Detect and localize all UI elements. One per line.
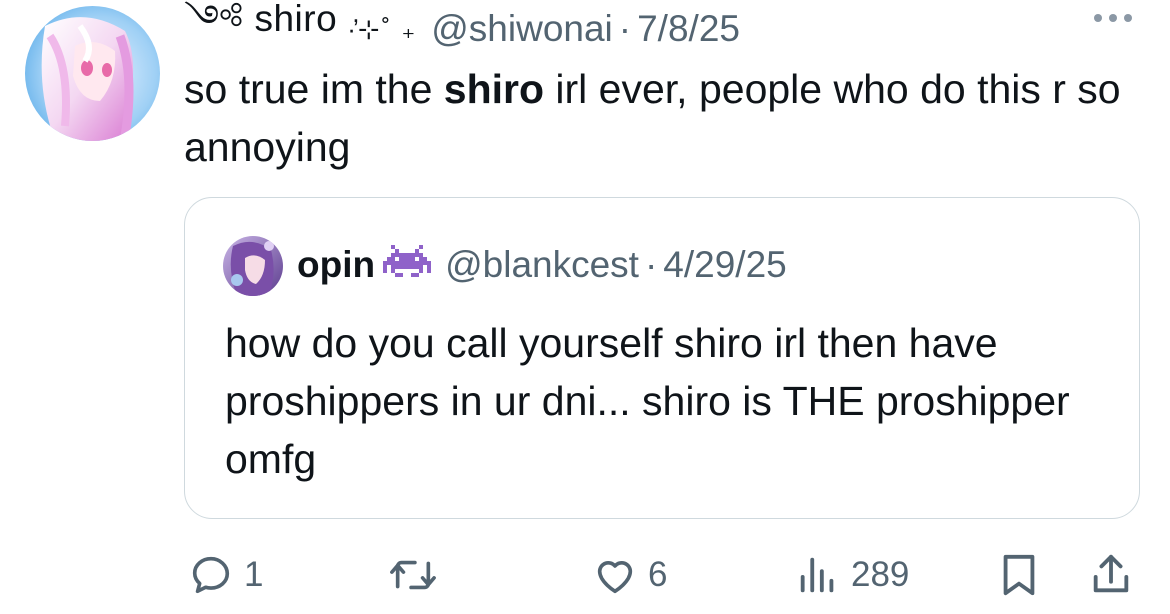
action-bar: 1 6 289 <box>0 548 1170 602</box>
anime-avatar-icon <box>25 6 160 141</box>
display-name-sparkles: ·̕⊹˚ ₊ <box>347 13 418 44</box>
like-count: 6 <box>648 555 668 594</box>
tweet-text-bold: shiro <box>443 66 545 112</box>
reply-icon <box>192 556 230 594</box>
quoted-tweet[interactable]: opin @blankcest · 4/29/25 how do you cal… <box>184 197 1140 519</box>
bookmark-icon <box>1003 554 1035 596</box>
quoted-author-display-name[interactable]: opin <box>297 244 375 286</box>
reply-button[interactable]: 1 <box>188 548 263 602</box>
more-options-icon[interactable] <box>1094 14 1132 22</box>
header-separator: · <box>618 8 632 49</box>
more-dot <box>1094 14 1102 22</box>
share-icon <box>1093 554 1129 593</box>
author-handle[interactable]: @shiwonai <box>431 8 613 50</box>
heart-icon <box>597 560 633 594</box>
quoted-tweet-text: how do you call yourself shiro irl then … <box>225 320 1070 482</box>
bookmark-button[interactable] <box>996 548 1042 602</box>
tweet-text: so true im the shiro irl ever, people wh… <box>184 60 1144 176</box>
more-dot <box>1124 14 1132 22</box>
share-button[interactable] <box>1088 548 1134 602</box>
tweet-text-start: so true im the <box>184 66 444 112</box>
quoted-tweet-header: opin @blankcest · 4/29/25 <box>297 242 787 288</box>
anime-avatar-icon <box>223 236 283 296</box>
tweet-header: ༺ shiro ·̕⊹˚ ₊ @shiwonai · 7/8/25 <box>184 0 740 54</box>
tweet: ༺ shiro ·̕⊹˚ ₊ @shiwonai · 7/8/25 so tru… <box>0 0 1170 614</box>
author-avatar[interactable] <box>25 6 160 141</box>
like-button[interactable]: 6 <box>592 548 667 602</box>
quoted-author-avatar[interactable] <box>223 236 283 296</box>
retweet-icon <box>390 560 436 590</box>
views-button[interactable]: 289 <box>795 548 909 602</box>
alien-monster-icon <box>383 245 432 285</box>
retweet-button[interactable] <box>388 548 448 602</box>
quoted-header-separator: · <box>644 244 658 285</box>
tweet-date[interactable]: 7/8/25 <box>637 8 740 50</box>
reply-count: 1 <box>244 555 264 594</box>
quoted-author-handle[interactable]: @blankcest <box>445 244 639 286</box>
analytics-icon <box>800 557 834 593</box>
view-count: 289 <box>851 555 910 594</box>
more-dot <box>1109 14 1117 22</box>
quoted-tweet-date[interactable]: 4/29/25 <box>663 244 786 286</box>
